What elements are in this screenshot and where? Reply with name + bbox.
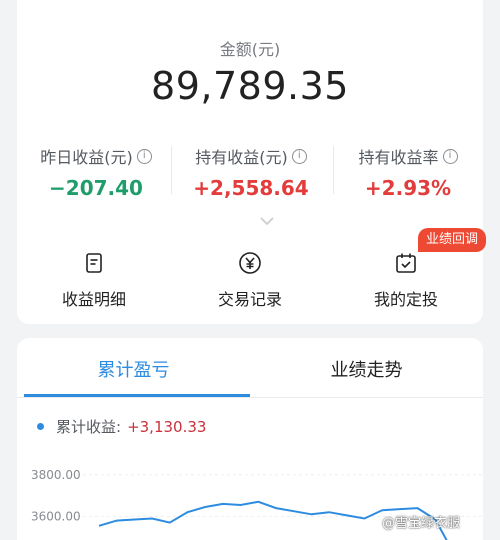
stat-label: 昨日收益(元) xyxy=(40,148,133,167)
earnings-chart-card: 累计盈亏 业绩走势 累计收益: +3,130.33 3800.00 3600.00 xyxy=(17,338,483,540)
stat-holding-rate[interactable]: 持有收益率 i +2.93% xyxy=(343,144,473,200)
yen-coin-icon xyxy=(239,252,261,274)
info-icon[interactable]: i xyxy=(442,148,458,164)
action-my-auto-invest[interactable]: 我的定投 xyxy=(346,250,466,310)
cumulative-value: +3,130.33 xyxy=(127,417,207,436)
amount-value: 89,789.35 xyxy=(151,64,349,108)
calendar-check-icon xyxy=(396,253,416,273)
info-icon[interactable]: i xyxy=(291,148,307,164)
stat-value: +2.93% xyxy=(364,176,452,200)
y-tick-label: 3600.00 xyxy=(31,509,81,523)
watermark: @雪宝绿衣服 xyxy=(382,516,461,531)
tab-bar: 累计盈亏 业绩走势 xyxy=(17,338,483,398)
divider xyxy=(333,146,334,194)
legend-dot-icon xyxy=(37,423,44,430)
action-transaction-records[interactable]: 交易记录 xyxy=(190,250,310,310)
stat-yesterday-earnings[interactable]: 昨日收益(元) i −207.40 xyxy=(31,144,161,200)
cumulative-label: 累计收益: xyxy=(56,418,122,436)
amount-label: 金额(元) xyxy=(219,40,281,59)
cumulative-earnings-row: 累计收益: +3,130.33 xyxy=(37,416,206,437)
tab-performance-trend[interactable]: 业绩走势 xyxy=(250,356,483,382)
document-icon xyxy=(86,253,102,273)
divider xyxy=(171,146,172,194)
y-tick-label: 3800.00 xyxy=(31,468,81,482)
active-tab-indicator xyxy=(24,394,250,397)
action-label: 收益明细 xyxy=(61,290,126,309)
action-label: 我的定投 xyxy=(373,290,438,309)
stat-value: +2,558.64 xyxy=(193,176,309,200)
action-earnings-detail[interactable]: 收益明细 xyxy=(34,250,154,310)
performance-pullback-badge[interactable]: 业绩回调 xyxy=(418,228,487,252)
chevron-down-icon[interactable] xyxy=(258,212,276,230)
stat-label: 持有收益(元) xyxy=(195,148,288,167)
action-label: 交易记录 xyxy=(217,290,282,309)
stat-holding-earnings[interactable]: 持有收益(元) i +2,558.64 xyxy=(183,144,319,200)
info-icon[interactable]: i xyxy=(136,148,152,164)
stat-label: 持有收益率 xyxy=(358,148,439,167)
stat-value: −207.40 xyxy=(49,176,143,200)
holding-summary-card: 金额(元) 89,789.35 昨日收益(元) i −207.40 持有收益(元… xyxy=(17,0,483,324)
tab-cumulative-pnl[interactable]: 累计盈亏 xyxy=(17,356,250,382)
